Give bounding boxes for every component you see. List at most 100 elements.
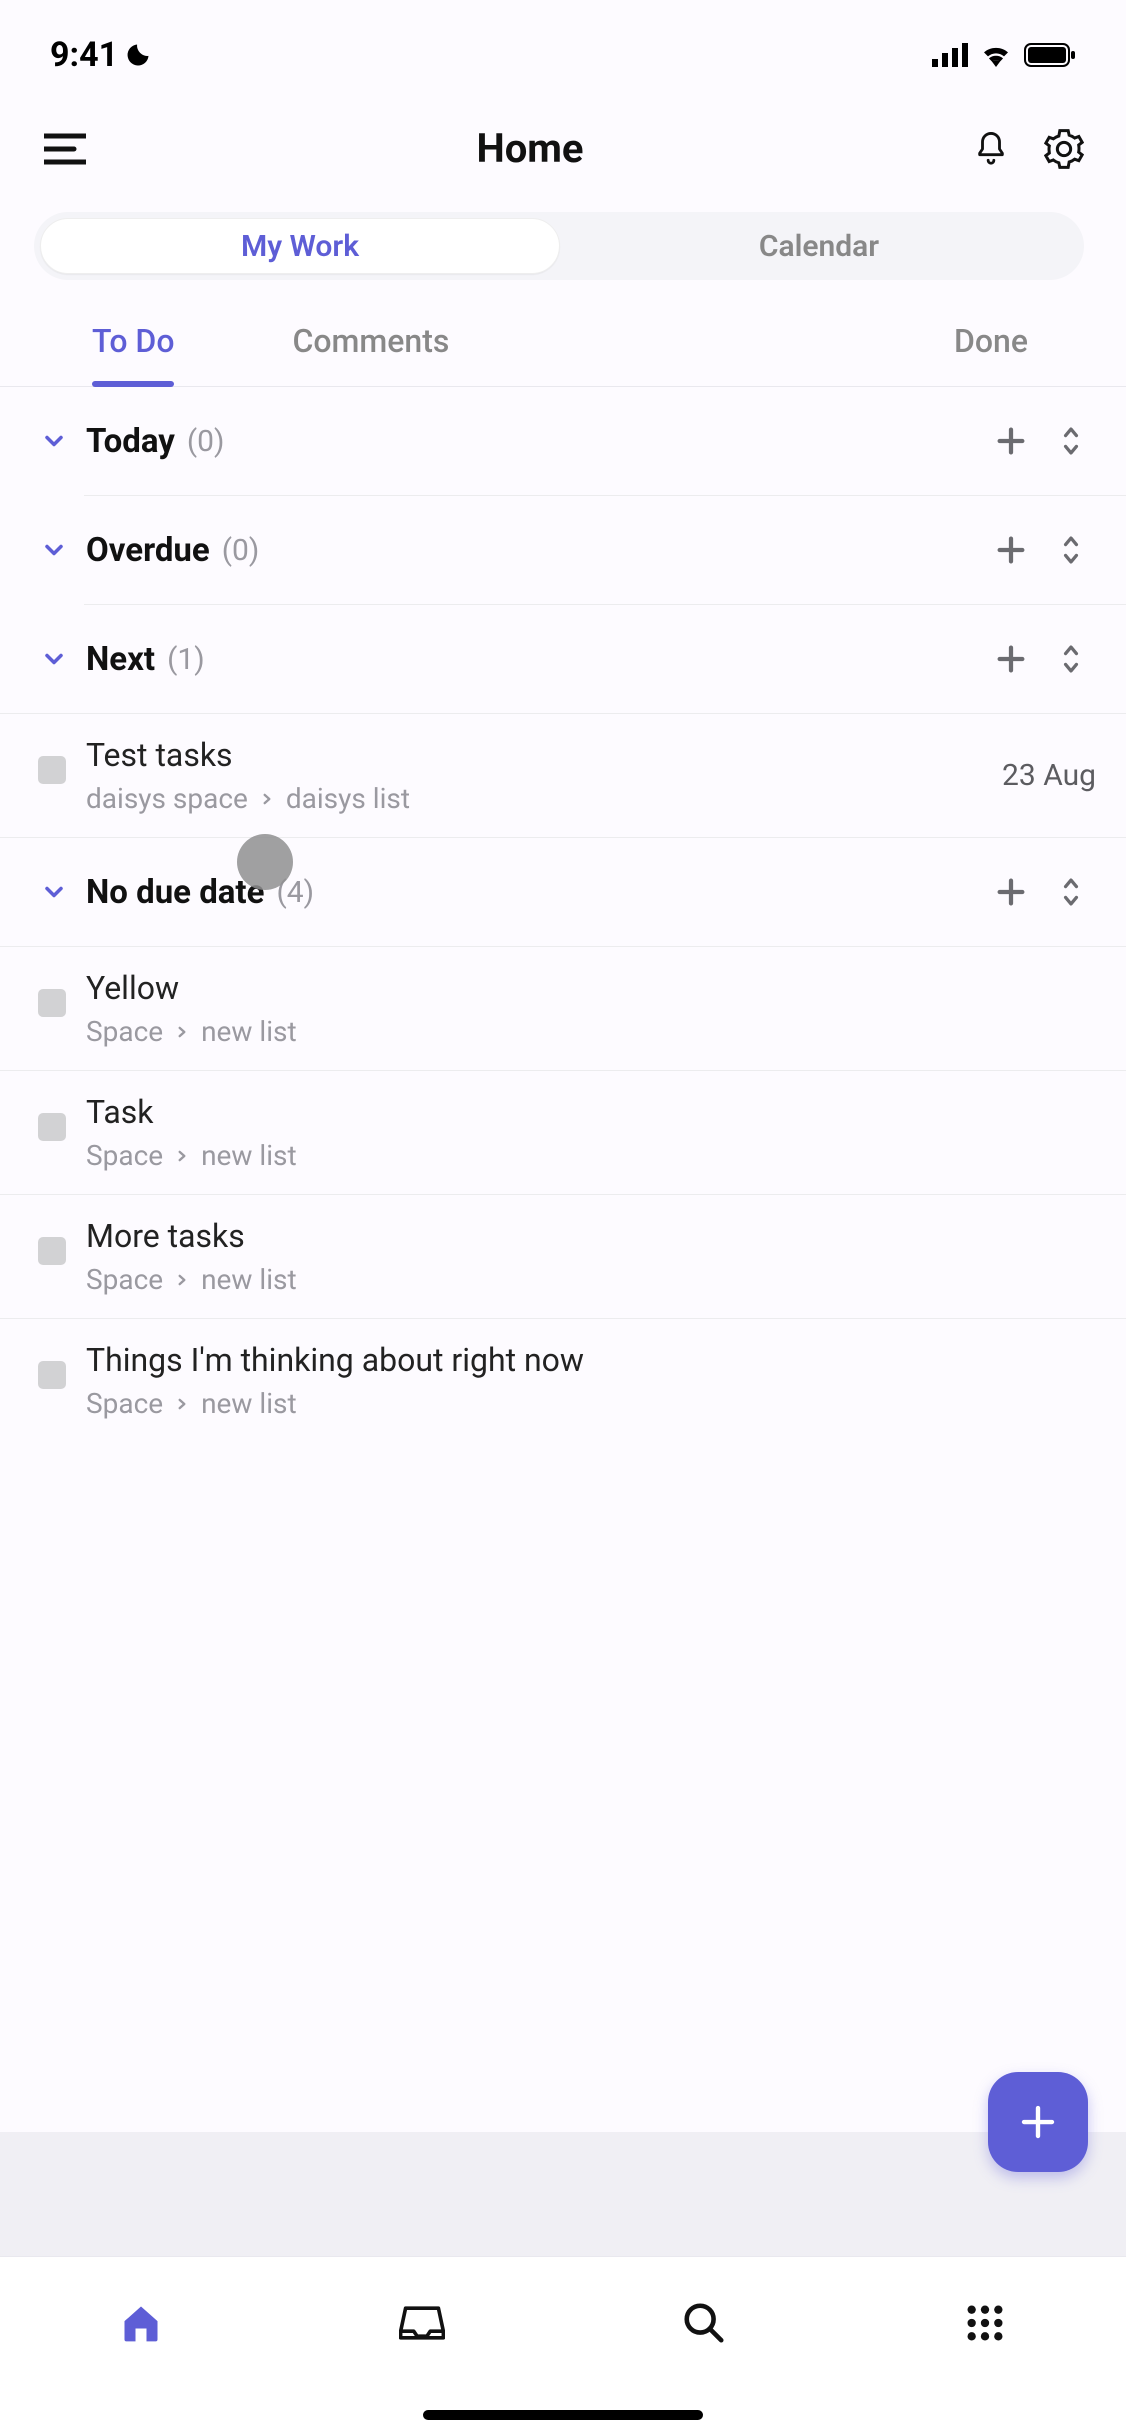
task-checkbox[interactable] <box>38 756 66 784</box>
section-actions <box>994 642 1084 676</box>
cellular-icon <box>932 43 968 67</box>
task-row[interactable]: More tasks Space new list <box>0 1194 1126 1318</box>
home-icon <box>119 2301 163 2345</box>
moon-icon <box>124 41 152 69</box>
settings-button[interactable] <box>1044 129 1084 169</box>
segment-calendar[interactable]: Calendar <box>560 218 1078 274</box>
task-list: new list <box>201 1263 297 1296</box>
task-row[interactable]: Things I'm thinking about right now Spac… <box>0 1318 1126 1442</box>
nav-home[interactable] <box>111 2293 171 2353</box>
menu-button[interactable] <box>44 132 86 166</box>
task-body: Task Space new list <box>86 1093 1096 1172</box>
add-task-button[interactable] <box>994 875 1028 909</box>
section-title: Overdue <box>86 531 210 570</box>
chevron-right-icon <box>175 1025 189 1039</box>
add-task-button[interactable] <box>994 533 1028 567</box>
header-actions <box>974 129 1084 169</box>
nav-inbox[interactable] <box>392 2293 452 2353</box>
battery-icon <box>1024 43 1076 67</box>
section-header-overdue[interactable]: Overdue (0) <box>0 496 1126 604</box>
sort-icon <box>1058 875 1084 909</box>
sort-icon <box>1058 533 1084 567</box>
sort-icon <box>1058 424 1084 458</box>
status-bar: 9:41 <box>0 0 1126 100</box>
task-row[interactable]: Task Space new list <box>0 1070 1126 1194</box>
sort-button[interactable] <box>1058 533 1084 567</box>
grid-icon <box>965 2303 1005 2343</box>
chevron-right-icon <box>175 1397 189 1411</box>
chevron-right-icon <box>175 1273 189 1287</box>
task-checkbox[interactable] <box>38 1361 66 1389</box>
task-checkbox[interactable] <box>38 1113 66 1141</box>
task-checkbox[interactable] <box>38 1237 66 1265</box>
task-path: Space new list <box>86 1263 1096 1296</box>
subtab-comments[interactable]: Comments <box>292 322 449 386</box>
home-indicator[interactable] <box>423 2410 703 2420</box>
nav-apps[interactable] <box>955 2293 1015 2353</box>
chevron-right-icon <box>175 1149 189 1163</box>
chevron-right-icon <box>260 792 274 806</box>
task-title: Things I'm thinking about right now <box>86 1341 1096 1379</box>
segment-label: Calendar <box>759 229 879 264</box>
subtab-label: To Do <box>92 322 174 360</box>
bottom-nav <box>0 2256 1126 2436</box>
add-task-button[interactable] <box>994 642 1028 676</box>
subtab-label: Done <box>954 322 1028 360</box>
sort-button[interactable] <box>1058 642 1084 676</box>
task-path: Space new list <box>86 1015 1096 1048</box>
section-count: (0) <box>187 424 225 459</box>
section-header-today[interactable]: Today (0) <box>0 387 1126 495</box>
inbox-icon <box>399 2303 445 2343</box>
add-task-button[interactable] <box>994 424 1028 458</box>
segment-label: My Work <box>241 229 359 264</box>
task-title: More tasks <box>86 1217 1096 1255</box>
task-checkbox[interactable] <box>38 989 66 1017</box>
task-space: Space <box>86 1015 163 1048</box>
task-row[interactable]: Test tasks daisys space daisys list 23 A… <box>0 713 1126 837</box>
sort-button[interactable] <box>1058 875 1084 909</box>
chevron-down-icon <box>34 530 74 570</box>
task-body: Test tasks daisys space daisys list <box>86 736 1002 815</box>
notifications-button[interactable] <box>974 130 1008 168</box>
task-path: Space new list <box>86 1139 1096 1172</box>
section-count: (1) <box>167 642 205 677</box>
touch-indicator <box>237 834 293 890</box>
task-space: Space <box>86 1387 163 1420</box>
section-header-next[interactable]: Next (1) <box>0 605 1126 713</box>
subtab-done[interactable]: Done <box>954 322 1028 386</box>
section-actions <box>994 424 1084 458</box>
page-title: Home <box>476 125 583 172</box>
task-path: daisys space daisys list <box>86 782 1002 815</box>
header: Home <box>0 100 1126 202</box>
task-row[interactable]: Yellow Space new list <box>0 946 1126 1070</box>
task-list: daisys list <box>286 782 410 815</box>
task-title: Test tasks <box>86 736 1002 774</box>
task-path: Space new list <box>86 1387 1096 1420</box>
wifi-icon <box>980 43 1012 67</box>
task-body: Things I'm thinking about right now Spac… <box>86 1341 1096 1420</box>
section-count: (0) <box>222 533 260 568</box>
segment-my-work[interactable]: My Work <box>40 218 560 274</box>
task-space: Space <box>86 1263 163 1296</box>
plus-icon <box>1017 2101 1059 2143</box>
task-date: 23 Aug <box>1002 758 1096 793</box>
chevron-down-icon <box>34 421 74 461</box>
task-body: Yellow Space new list <box>86 969 1096 1048</box>
task-title: Task <box>86 1093 1096 1131</box>
status-time-text: 9:41 <box>50 35 118 75</box>
chevron-down-icon <box>34 872 74 912</box>
task-list: new list <box>201 1015 297 1048</box>
nav-search[interactable] <box>674 2293 734 2353</box>
bell-icon <box>974 130 1008 168</box>
section-title: No due date <box>86 873 264 912</box>
create-task-fab[interactable] <box>988 2072 1088 2172</box>
subtab-todo[interactable]: To Do <box>92 322 174 386</box>
sort-button[interactable] <box>1058 424 1084 458</box>
view-segmented-control: My Work Calendar <box>34 212 1084 280</box>
section-actions <box>994 533 1084 567</box>
section-header-no-due-date[interactable]: No due date (4) <box>0 837 1126 946</box>
task-list: new list <box>201 1139 297 1172</box>
sort-icon <box>1058 642 1084 676</box>
section-actions <box>994 875 1084 909</box>
task-body: More tasks Space new list <box>86 1217 1096 1296</box>
